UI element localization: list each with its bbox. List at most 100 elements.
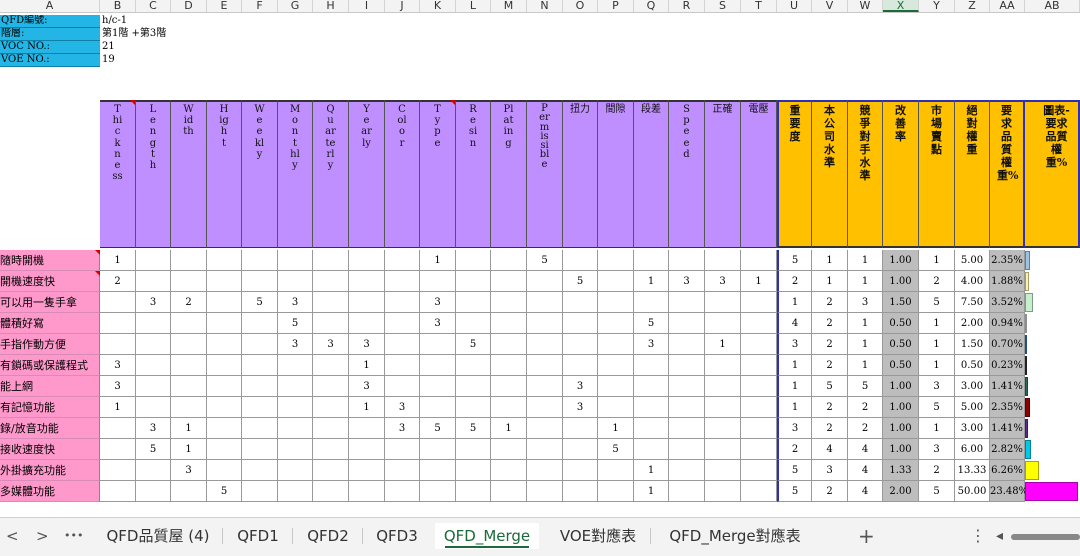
column-header-y[interactable]: Y — [919, 0, 955, 12]
matrix-cell[interactable] — [349, 313, 385, 334]
matrix-cell[interactable] — [207, 355, 242, 376]
horizontal-scrollbar[interactable] — [1011, 534, 1080, 540]
matrix-cell[interactable]: 1 — [634, 460, 669, 481]
cell-sell[interactable]: 2 — [919, 271, 955, 292]
matrix-cell[interactable] — [136, 334, 171, 355]
matrix-cell[interactable]: 3 — [278, 334, 313, 355]
matrix-cell[interactable]: 1 — [634, 481, 669, 502]
matrix-cell[interactable]: 5 — [420, 418, 456, 439]
matrix-cell[interactable] — [207, 439, 242, 460]
matrix-cell[interactable] — [491, 313, 527, 334]
matrix-cell[interactable] — [598, 376, 634, 397]
cell-rate[interactable]: 1.00 — [883, 397, 919, 418]
column-header-h[interactable]: H — [313, 0, 349, 12]
matrix-cell[interactable] — [598, 460, 634, 481]
sheet-tab-2[interactable]: QFD2 — [296, 523, 360, 549]
cell-imp[interactable]: 5 — [777, 250, 812, 271]
cell-pct[interactable]: 0.94% — [990, 313, 1025, 334]
matrix-cell[interactable] — [527, 271, 563, 292]
cell-rate[interactable]: 1.00 — [883, 439, 919, 460]
matrix-cell[interactable] — [207, 418, 242, 439]
column-header-j[interactable]: J — [385, 0, 420, 12]
matrix-cell[interactable] — [100, 418, 136, 439]
matrix-cell[interactable]: 2 — [100, 271, 136, 292]
matrix-cell[interactable] — [669, 397, 705, 418]
header-type[interactable]: Type — [420, 100, 456, 248]
matrix-cell[interactable] — [634, 418, 669, 439]
matrix-cell[interactable]: 3 — [100, 355, 136, 376]
cell-rate[interactable]: 1.33 — [883, 460, 919, 481]
matrix-cell[interactable] — [171, 376, 207, 397]
matrix-cell[interactable] — [741, 292, 777, 313]
matrix-cell[interactable] — [100, 313, 136, 334]
cell-abs[interactable]: 7.50 — [955, 292, 990, 313]
matrix-cell[interactable] — [669, 313, 705, 334]
matrix-cell[interactable] — [242, 271, 278, 292]
column-header-z[interactable]: Z — [955, 0, 990, 12]
cell-own[interactable]: 1 — [812, 271, 848, 292]
matrix-cell[interactable] — [456, 397, 491, 418]
matrix-cell[interactable] — [598, 355, 634, 376]
matrix-cell[interactable] — [207, 292, 242, 313]
matrix-cell[interactable] — [491, 271, 527, 292]
matrix-cell[interactable] — [136, 376, 171, 397]
cell-sell[interactable]: 3 — [919, 439, 955, 460]
matrix-cell[interactable] — [242, 355, 278, 376]
matrix-cell[interactable]: 3 — [385, 397, 420, 418]
matrix-cell[interactable] — [278, 271, 313, 292]
matrix-cell[interactable]: 1 — [100, 250, 136, 271]
cell-pct[interactable]: 0.23% — [990, 355, 1025, 376]
matrix-cell[interactable] — [313, 439, 349, 460]
matrix-cell[interactable] — [669, 250, 705, 271]
cell-imp[interactable]: 5 — [777, 460, 812, 481]
matrix-cell[interactable] — [207, 334, 242, 355]
row-label[interactable]: 外掛擴充功能 — [0, 460, 100, 481]
matrix-cell[interactable]: 5 — [527, 250, 563, 271]
matrix-cell[interactable] — [242, 250, 278, 271]
header-扭力[interactable]: 扭力 — [563, 100, 598, 248]
cell-comp[interactable]: 1 — [848, 334, 883, 355]
matrix-cell[interactable] — [100, 334, 136, 355]
cell-imp[interactable]: 3 — [777, 334, 812, 355]
matrix-cell[interactable] — [563, 313, 598, 334]
cell-sell[interactable]: 5 — [919, 397, 955, 418]
cell-comp[interactable]: 5 — [848, 376, 883, 397]
column-header-x[interactable]: X — [883, 0, 919, 12]
header-段差[interactable]: 段差 — [634, 100, 669, 248]
cell-pct[interactable]: 2.35% — [990, 250, 1025, 271]
sheet-tab-6[interactable]: QFD_Merge對應表 — [653, 523, 817, 549]
row-label[interactable]: 接收速度快 — [0, 439, 100, 460]
matrix-cell[interactable] — [741, 355, 777, 376]
matrix-cell[interactable] — [207, 397, 242, 418]
matrix-cell[interactable] — [456, 481, 491, 502]
matrix-cell[interactable]: 3 — [278, 292, 313, 313]
column-header-g[interactable]: G — [278, 0, 313, 12]
matrix-cell[interactable] — [385, 313, 420, 334]
matrix-cell[interactable] — [136, 271, 171, 292]
cell-sell[interactable]: 5 — [919, 481, 955, 502]
matrix-cell[interactable]: 1 — [349, 355, 385, 376]
matrix-cell[interactable]: 5 — [207, 481, 242, 502]
cell-abs[interactable]: 6.00 — [955, 439, 990, 460]
sheet-tab-4[interactable]: QFD_Merge — [435, 523, 539, 549]
cell-imp[interactable]: 4 — [777, 313, 812, 334]
row-label[interactable]: 多媒體功能 — [0, 481, 100, 502]
matrix-cell[interactable] — [385, 376, 420, 397]
matrix-cell[interactable] — [563, 334, 598, 355]
matrix-cell[interactable] — [278, 418, 313, 439]
matrix-cell[interactable] — [313, 313, 349, 334]
matrix-cell[interactable] — [100, 460, 136, 481]
matrix-cell[interactable] — [741, 313, 777, 334]
matrix-cell[interactable] — [278, 376, 313, 397]
matrix-cell[interactable] — [242, 460, 278, 481]
matrix-cell[interactable] — [278, 439, 313, 460]
matrix-cell[interactable] — [456, 250, 491, 271]
matrix-cell[interactable] — [491, 376, 527, 397]
cell-pct[interactable]: 2.82% — [990, 439, 1025, 460]
matrix-cell[interactable] — [100, 439, 136, 460]
header-正確[interactable]: 正確 — [705, 100, 741, 248]
sheet-tab-0[interactable]: QFD品質屋 (4) — [96, 523, 220, 549]
matrix-cell[interactable] — [563, 481, 598, 502]
cell-sell[interactable]: 1 — [919, 418, 955, 439]
matrix-cell[interactable]: 3 — [171, 460, 207, 481]
